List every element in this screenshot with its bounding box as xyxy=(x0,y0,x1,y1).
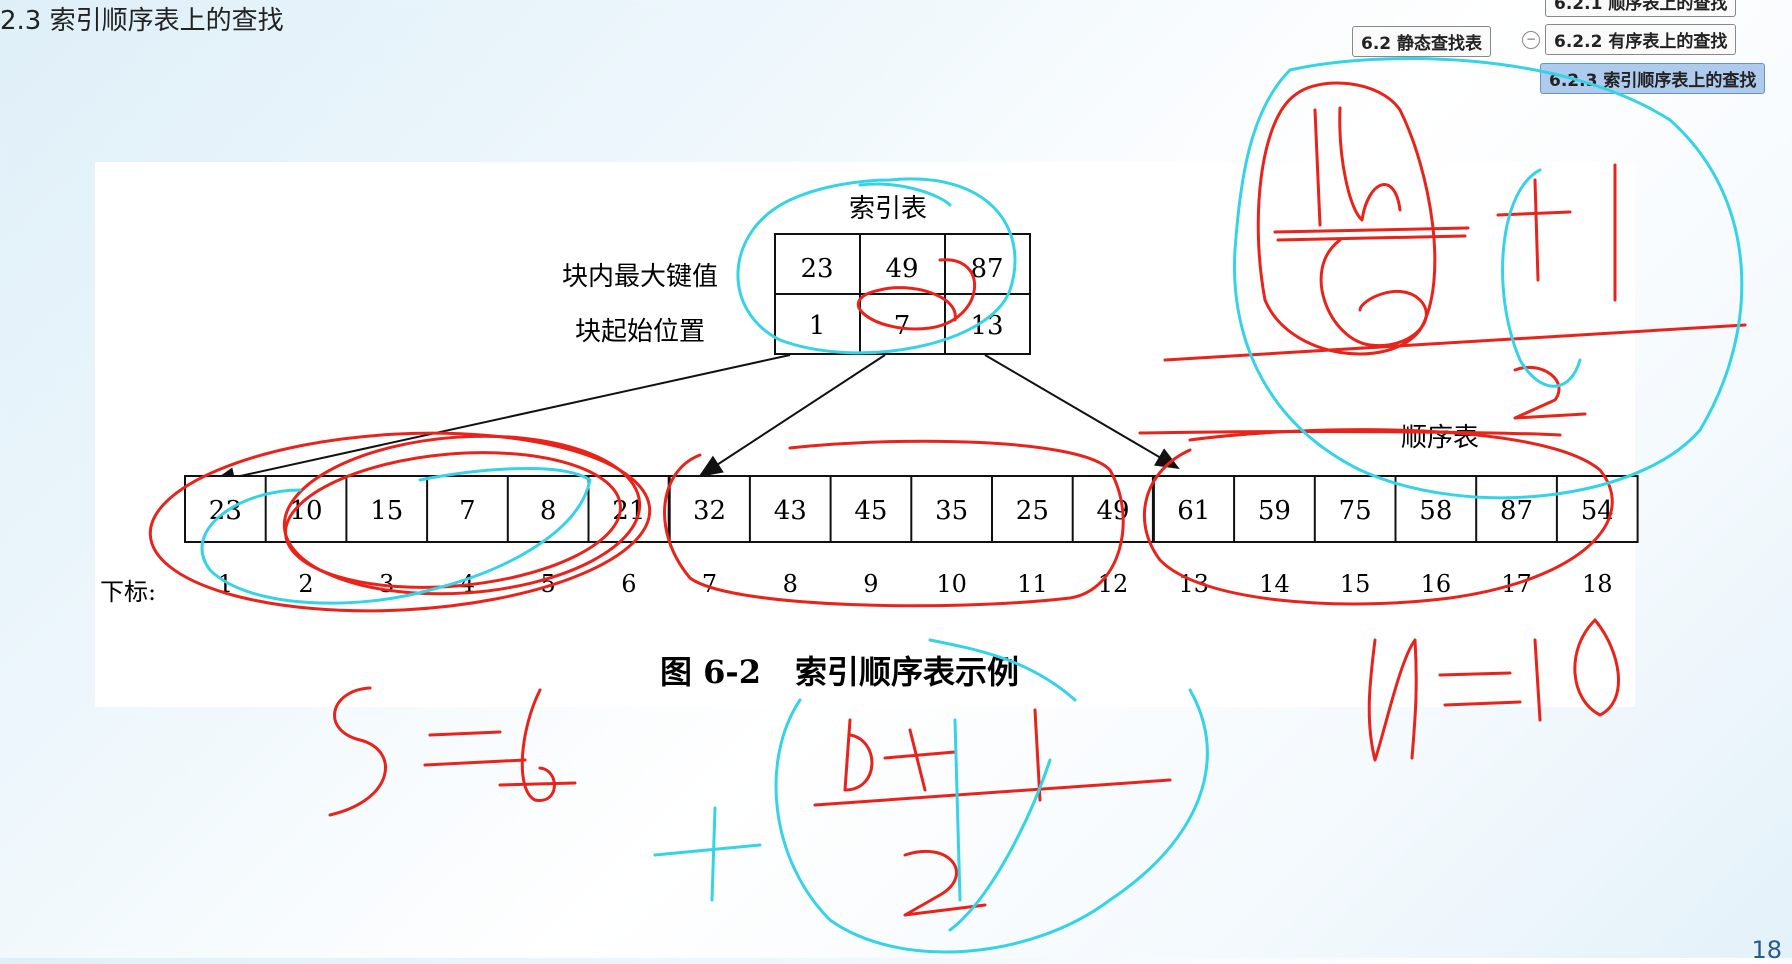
sequence-cell-value-4: 7 xyxy=(459,496,476,526)
sequence-index-16: 16 xyxy=(1421,570,1452,598)
sequence-cell-value-14: 59 xyxy=(1258,496,1291,526)
sequence-index-11: 11 xyxy=(1017,570,1048,598)
figure-number: 图 6-2 xyxy=(660,653,761,691)
sequence-index-12: 12 xyxy=(1098,570,1129,598)
sequence-cell-value-10: 35 xyxy=(935,496,968,526)
block-pointer-arrows xyxy=(211,354,1180,488)
figure-canvas: 索引表 块内最大键值 块起始位置 23 49 87 1 7 13 顺序表 23 1… xyxy=(100,57,1747,954)
sequence-cell-value-8: 43 xyxy=(774,496,807,526)
sequence-index-14: 14 xyxy=(1259,570,1290,598)
figure-caption: 索引顺序表示例 xyxy=(795,653,1019,691)
index-max-key-1: 23 xyxy=(800,254,833,284)
index-row-label-max-key: 块内最大键值 xyxy=(562,262,718,292)
sequence-index-6: 6 xyxy=(621,570,636,598)
sequence-cell-value-3: 15 xyxy=(370,496,403,526)
sequence-cell-value-9: 45 xyxy=(854,496,887,526)
index-row-label-start-pos: 块起始位置 xyxy=(575,317,705,347)
sequence-table-cells: 23 10 15 7 8 21 32 43 45 35 25 49 61 59 75 58 87 54 xyxy=(184,475,1639,543)
sequence-index-2: 2 xyxy=(298,570,313,598)
sequence-table-title: 顺序表 xyxy=(1401,423,1479,453)
sequence-cell-value-7: 32 xyxy=(693,496,726,526)
sequence-index-10: 10 xyxy=(936,570,967,598)
sequence-index-18: 18 xyxy=(1582,570,1613,598)
sequence-index-9: 9 xyxy=(863,570,878,598)
sequence-cell-value-16: 58 xyxy=(1419,496,1452,526)
index-start-pos-1: 1 xyxy=(809,311,826,341)
sequence-cell-value-13: 61 xyxy=(1177,496,1210,526)
sequence-index-15: 15 xyxy=(1340,570,1371,598)
sequence-cell-value-11: 25 xyxy=(1016,496,1049,526)
page-number: 18 xyxy=(1751,936,1782,964)
sequence-cell-value-17: 87 xyxy=(1500,496,1533,526)
sequence-cell-value-5: 8 xyxy=(540,496,557,526)
sequence-cell-value-15: 75 xyxy=(1339,496,1372,526)
index-table-title: 索引表 xyxy=(849,194,927,224)
sequence-index-8: 8 xyxy=(783,570,798,598)
index-max-key-2: 49 xyxy=(885,254,918,284)
index-axis-label: 下标: xyxy=(100,578,156,606)
